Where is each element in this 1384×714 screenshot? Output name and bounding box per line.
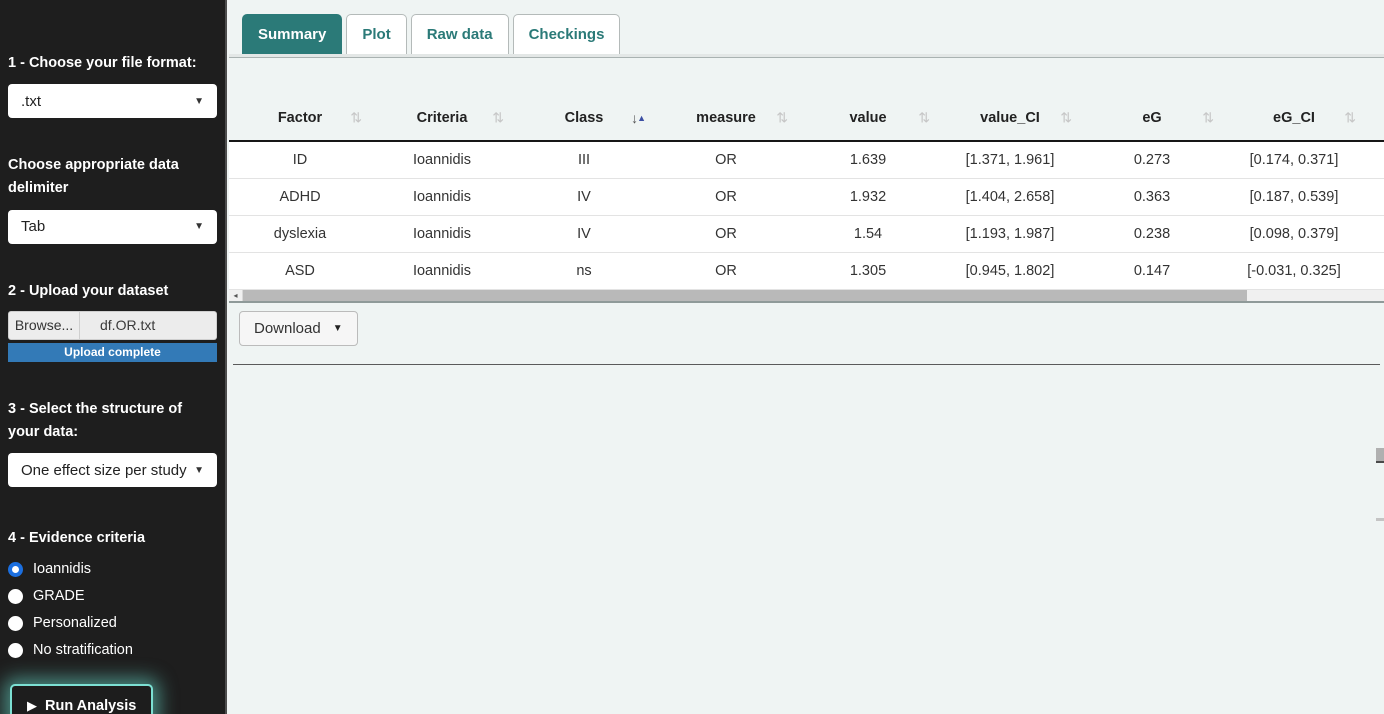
filler-cell <box>1365 141 1384 178</box>
tab-summary[interactable]: Summary <box>242 14 342 54</box>
radio-label: Ioannidis <box>33 561 91 577</box>
vertical-scrollbar-thumb[interactable] <box>1376 448 1384 463</box>
sort-icon[interactable]: ⇅ <box>776 109 788 126</box>
run-analysis-label: Run Analysis <box>45 698 136 714</box>
sort-icon[interactable]: ⇅ <box>918 109 930 126</box>
delimiter-value: Tab <box>21 218 45 235</box>
table-row[interactable]: ASD Ioannidis ns OR 1.305 [0.945, 1.802]… <box>229 252 1384 289</box>
summary-tab-content: Factor⇅ Criteria⇅ Class↓▲ measure⇅ value… <box>229 57 1384 365</box>
radio-selected-icon <box>8 562 23 577</box>
col-header-factor[interactable]: Factor⇅ <box>229 95 371 141</box>
radio-grade[interactable]: GRADE <box>8 588 217 604</box>
scrollbar-track[interactable] <box>243 290 1384 301</box>
file-name-field: df.OR.txt <box>80 311 217 340</box>
filler-cell <box>1365 252 1384 289</box>
sidebar: 1 - Choose your file format: .txt ▼ Choo… <box>0 0 227 714</box>
col-header-class[interactable]: Class↓▲ <box>513 95 655 141</box>
table-row[interactable]: ADHD Ioannidis IV OR 1.932 [1.404, 2.658… <box>229 178 1384 215</box>
sort-icon[interactable]: ⇅ <box>350 109 362 126</box>
scrollbar-thumb[interactable] <box>243 290 1247 301</box>
col-header-eg-ci[interactable]: eG_CI⇅ <box>1223 95 1365 141</box>
chevron-down-icon: ▼ <box>194 465 204 476</box>
sort-icon[interactable]: ⇅ <box>492 109 504 126</box>
file-format-label: 1 - Choose your file format: <box>8 52 217 75</box>
radio-personalized[interactable]: Personalized <box>8 615 217 631</box>
structure-select[interactable]: One effect size per study ▼ <box>8 453 217 487</box>
structure-label: 3 - Select the structure of your data: <box>8 398 217 444</box>
vertical-scrollbar-mark <box>1376 518 1384 521</box>
radio-icon <box>8 643 23 658</box>
filler-cell <box>1365 178 1384 215</box>
sort-icon[interactable]: ⇅ <box>1202 109 1214 126</box>
scroll-left-arrow-icon[interactable]: ◂ <box>229 290 243 301</box>
radio-no-stratification[interactable]: No stratification <box>8 642 217 658</box>
table-row[interactable]: dyslexia Ioannidis IV OR 1.54 [1.193, 1.… <box>229 215 1384 252</box>
filler-header <box>1365 95 1384 141</box>
download-button[interactable]: Download ▼ <box>239 311 358 346</box>
file-upload-group: Browse... df.OR.txt <box>8 311 217 340</box>
col-header-value[interactable]: value⇅ <box>797 95 939 141</box>
col-header-measure[interactable]: measure⇅ <box>655 95 797 141</box>
tab-checkings[interactable]: Checkings <box>513 14 621 54</box>
horizontal-scrollbar[interactable]: ◂ <box>229 290 1384 303</box>
filler-cell <box>1365 215 1384 252</box>
tab-raw-data[interactable]: Raw data <box>411 14 509 54</box>
radio-label: Personalized <box>33 615 117 631</box>
col-header-value-ci[interactable]: value_CI⇅ <box>939 95 1081 141</box>
radio-label: GRADE <box>33 588 85 604</box>
sort-icon[interactable]: ⇅ <box>1344 109 1356 126</box>
chevron-down-icon: ▼ <box>194 221 204 232</box>
upload-progress-bar: Upload complete <box>8 343 217 362</box>
radio-icon <box>8 616 23 631</box>
col-header-criteria[interactable]: Criteria⇅ <box>371 95 513 141</box>
col-header-eg[interactable]: eG⇅ <box>1081 95 1223 141</box>
upload-status-text: Upload complete <box>64 345 161 359</box>
sort-ascending-icon[interactable]: ↓▲ <box>631 110 646 126</box>
tab-plot[interactable]: Plot <box>346 14 406 54</box>
file-format-select[interactable]: .txt ▼ <box>8 84 217 118</box>
delimiter-label: Choose appropriate data delimiter <box>8 154 217 200</box>
sort-icon[interactable]: ⇅ <box>1060 109 1072 126</box>
file-format-value: .txt <box>21 93 41 110</box>
summary-table: Factor⇅ Criteria⇅ Class↓▲ measure⇅ value… <box>229 95 1384 290</box>
play-icon: ▶ <box>27 698 37 714</box>
chevron-down-icon: ▼ <box>194 96 204 107</box>
table-row[interactable]: ID Ioannidis III OR 1.639 [1.371, 1.961]… <box>229 141 1384 178</box>
structure-value: One effect size per study <box>21 462 187 479</box>
tab-bar: Summary Plot Raw data Checkings <box>229 0 1384 57</box>
radio-icon <box>8 589 23 604</box>
delimiter-select[interactable]: Tab ▼ <box>8 210 217 244</box>
table-header-row: Factor⇅ Criteria⇅ Class↓▲ measure⇅ value… <box>229 95 1384 141</box>
upload-label: 2 - Upload your dataset <box>8 280 217 303</box>
divider <box>233 364 1380 365</box>
criteria-label: 4 - Evidence criteria <box>8 527 217 550</box>
download-label: Download <box>254 320 321 337</box>
browse-button[interactable]: Browse... <box>8 311 80 340</box>
main-panel: Summary Plot Raw data Checkings Factor⇅ … <box>229 0 1384 714</box>
run-analysis-button[interactable]: ▶ Run Analysis <box>10 684 153 714</box>
radio-label: No stratification <box>33 642 133 658</box>
chevron-down-icon: ▼ <box>333 323 343 334</box>
radio-ioannidis[interactable]: Ioannidis <box>8 561 217 577</box>
